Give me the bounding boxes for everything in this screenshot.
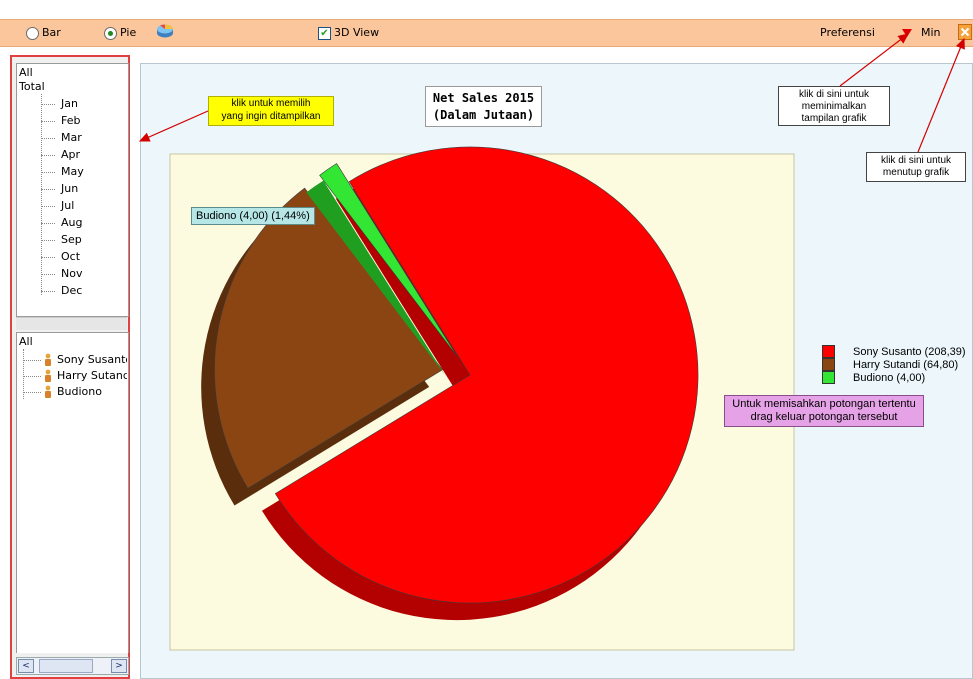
legend-label: Sony Susanto (208,39) xyxy=(853,345,966,358)
data-label-budiono: Budiono (4,00) (1,44%) xyxy=(191,207,315,225)
legend-swatch xyxy=(822,371,835,384)
drag-hint-callout: Untuk memisahkan potongan tertentu drag … xyxy=(724,395,924,427)
legend-swatch xyxy=(822,345,835,358)
chart-title: Net Sales 2015 (Dalam Jutaan) xyxy=(425,86,542,127)
legend-swatch xyxy=(822,358,835,371)
select-hint-callout: klik untuk memilih yang ingin ditampilka… xyxy=(208,96,334,126)
legend-label: Harry Sutandi (64,80) xyxy=(853,358,959,371)
legend-item: Harry Sutandi (64,80) xyxy=(822,358,966,371)
close-hint-callout: klik di sini untuk menutup grafik xyxy=(866,152,966,182)
legend-label: Budiono (4,00) xyxy=(853,371,926,384)
minimize-hint-callout: klik di sini untuk meminimalkan tampilan… xyxy=(778,86,890,126)
legend-item: Budiono (4,00) xyxy=(822,371,966,384)
chart-legend: Sony Susanto (208,39) Harry Sutandi (64,8… xyxy=(822,345,966,384)
legend-item: Sony Susanto (208,39) xyxy=(822,345,966,358)
